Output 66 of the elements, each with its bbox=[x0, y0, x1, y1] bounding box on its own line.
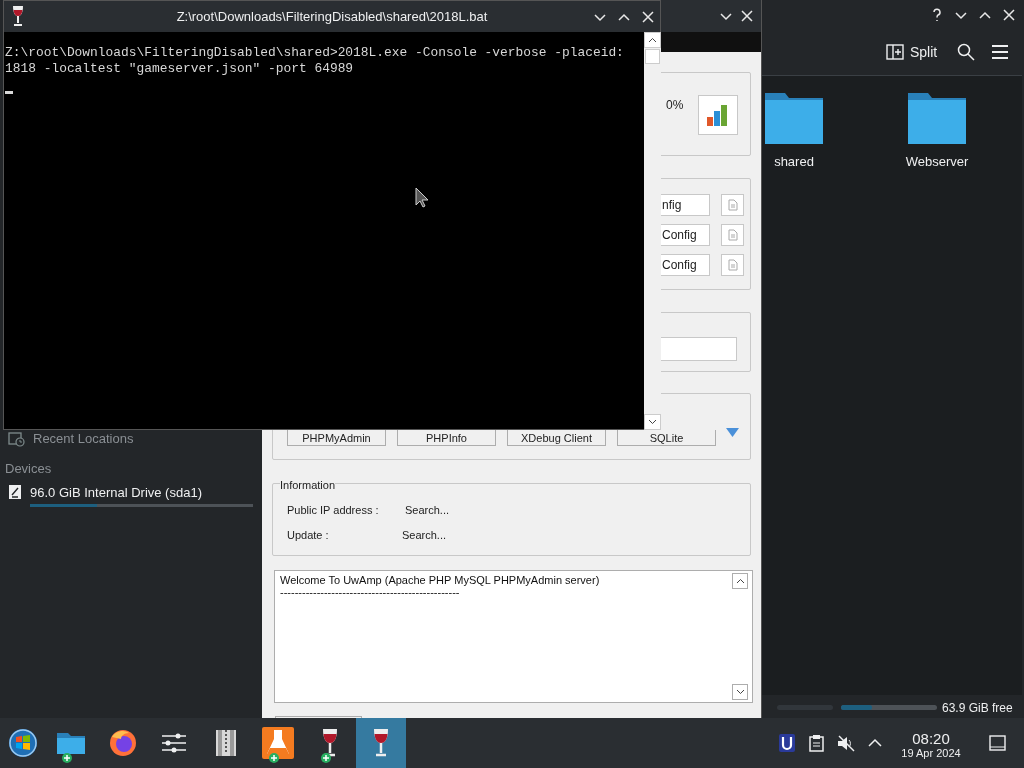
console-line: Z:\root\Downloads\FilteringDisabled\shared>2018L.exe -Console -verbose -placeid: bbox=[5, 45, 624, 61]
folder-label[interactable]: shared bbox=[774, 152, 814, 172]
chevron-up-icon bbox=[648, 37, 657, 43]
muted-speaker-icon[interactable] bbox=[837, 735, 855, 752]
folder-icon[interactable] bbox=[908, 90, 966, 144]
document-icon bbox=[727, 259, 738, 271]
info-label: Update : bbox=[287, 528, 329, 543]
window-title: Z:\root\Downloads\FilteringDisabled\shared\2018L.bat bbox=[176, 7, 488, 26]
sidebar-item[interactable]: 96.0 GiB Internal Drive (sda1) bbox=[30, 483, 253, 503]
taskbar-button[interactable] bbox=[356, 718, 406, 768]
scrollbar[interactable] bbox=[644, 32, 661, 430]
info-value: Search... bbox=[402, 528, 447, 543]
folder-icon[interactable] bbox=[765, 90, 823, 144]
dropdown-arrow-icon[interactable] bbox=[726, 428, 739, 437]
chevron-down-icon bbox=[735, 689, 745, 695]
recent-locations-icon[interactable] bbox=[8, 430, 25, 447]
browser-icon bbox=[107, 727, 139, 759]
free-space-label: 63.9 GiB free bbox=[942, 700, 1013, 717]
plus-badge-icon bbox=[62, 753, 72, 763]
clock-date[interactable]: 19 Apr 2024 bbox=[901, 747, 961, 760]
statistics-button[interactable] bbox=[698, 95, 738, 135]
drive-icon[interactable] bbox=[8, 484, 22, 500]
info-value: Search... bbox=[405, 503, 450, 518]
split-icon bbox=[886, 43, 904, 61]
show-desktop-icon[interactable] bbox=[989, 735, 1006, 751]
log-line: Welcome To UwAmp (Apache PHP MySQL PHPMyAdmin server) bbox=[280, 574, 600, 586]
close-icon[interactable] bbox=[640, 9, 656, 25]
menu-icon[interactable] bbox=[991, 44, 1009, 60]
chevron-up-icon bbox=[735, 578, 745, 584]
scroll-down-button[interactable] bbox=[644, 414, 661, 430]
input-field[interactable] bbox=[660, 337, 737, 361]
split-button[interactable]: Split bbox=[886, 40, 938, 64]
server-tray-icon[interactable] bbox=[779, 734, 795, 752]
folder-label[interactable]: Webserver bbox=[905, 152, 969, 172]
tool-button[interactable]: XDebug Client bbox=[507, 430, 606, 446]
clipboard-icon[interactable] bbox=[809, 735, 824, 752]
tool-button[interactable]: PHPInfo bbox=[397, 430, 496, 446]
progress-percent: 0% bbox=[666, 97, 684, 114]
scroll-up-button[interactable] bbox=[732, 573, 748, 589]
config-button[interactable]: Config bbox=[660, 224, 710, 246]
sidebar-item[interactable]: Recent Locations bbox=[33, 429, 134, 449]
chevron-down-icon bbox=[648, 419, 657, 425]
console-line: 1818 -localtest "gameserver.json" -port 64989 bbox=[5, 61, 355, 77]
scroll-down-button[interactable] bbox=[732, 684, 748, 700]
search-icon[interactable] bbox=[957, 43, 975, 61]
start-orb-icon bbox=[7, 727, 39, 759]
config-button[interactable]: Config bbox=[660, 254, 710, 276]
close-icon[interactable] bbox=[739, 8, 755, 24]
info-label: Public IP address : bbox=[287, 503, 379, 518]
log-line: ------------------------------------------------- bbox=[280, 586, 461, 598]
config-button[interactable]: nfig bbox=[660, 194, 710, 216]
tool-button[interactable]: PHPMyAdmin bbox=[287, 430, 386, 446]
scroll-thumb[interactable] bbox=[645, 49, 660, 64]
plus-badge-icon bbox=[321, 753, 331, 763]
close-icon[interactable] bbox=[1001, 7, 1017, 23]
plus-badge-icon bbox=[269, 753, 279, 763]
document-icon bbox=[727, 199, 738, 211]
document-icon bbox=[727, 229, 738, 241]
sidebar-heading: Devices bbox=[5, 460, 52, 478]
chevron-up-icon[interactable] bbox=[868, 738, 882, 747]
tool-button[interactable]: SQLite bbox=[617, 430, 716, 446]
scroll-up-button[interactable] bbox=[644, 32, 661, 48]
flask-icon bbox=[262, 727, 294, 759]
mouse-pointer-icon bbox=[415, 187, 429, 208]
text-cursor bbox=[5, 91, 13, 94]
clock-time[interactable]: 08:20 bbox=[912, 731, 950, 747]
